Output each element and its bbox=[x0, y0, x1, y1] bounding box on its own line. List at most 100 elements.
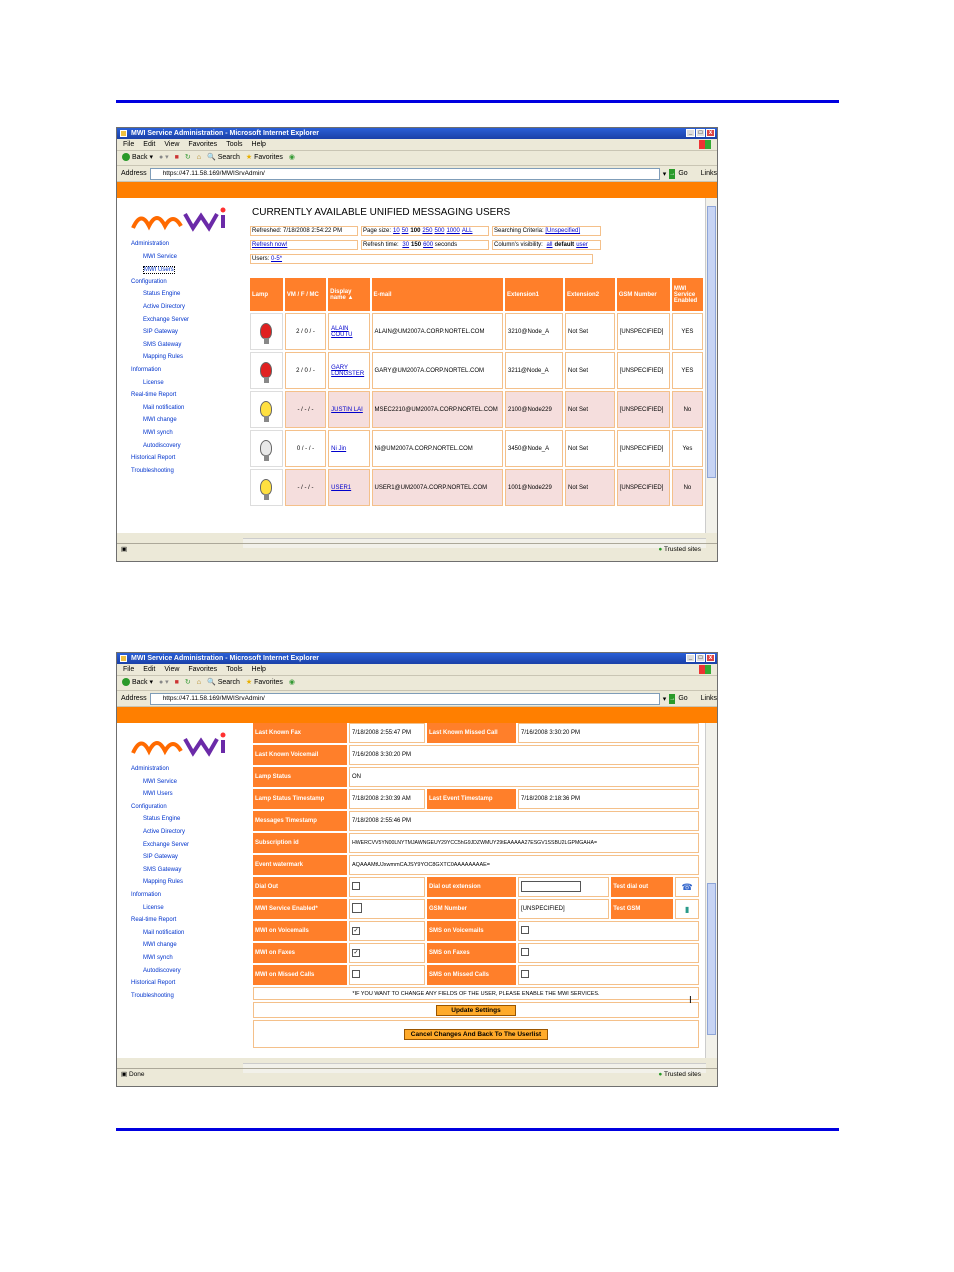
display-name-link[interactable]: GARY LONGSTER bbox=[331, 365, 364, 377]
maximize-button[interactable]: □ bbox=[696, 654, 705, 662]
sidebar-item[interactable]: MWI Service bbox=[143, 779, 177, 785]
menu-help[interactable]: Help bbox=[252, 664, 266, 675]
sidebar-item[interactable]: License bbox=[143, 905, 164, 911]
sidebar-item[interactable]: License bbox=[143, 380, 164, 386]
page-size-link[interactable]: 1000 bbox=[446, 228, 459, 234]
menu-favorites[interactable]: Favorites bbox=[188, 664, 217, 675]
sidebar-item[interactable]: Information bbox=[131, 367, 161, 373]
refresh-time-link[interactable]: 600 bbox=[423, 242, 433, 248]
sidebar-item[interactable]: Administration bbox=[131, 766, 169, 772]
refresh-icon[interactable]: ↻ bbox=[185, 151, 191, 165]
media-icon[interactable]: ◉ bbox=[289, 151, 295, 165]
display-name-link[interactable]: JUSTIN LAI bbox=[331, 407, 363, 413]
mwi-fax-checkbox[interactable]: ✓ bbox=[352, 949, 360, 957]
page-size-link[interactable]: 50 bbox=[402, 228, 409, 234]
sms-mc-checkbox[interactable] bbox=[521, 970, 529, 978]
minimize-button[interactable]: _ bbox=[686, 654, 695, 662]
visibility-link[interactable]: all bbox=[547, 242, 553, 248]
go-label[interactable]: Go bbox=[678, 170, 687, 177]
sidebar-item[interactable]: MWI synch bbox=[143, 430, 173, 436]
sidebar-item[interactable]: Autodiscovery bbox=[143, 443, 181, 449]
sidebar-item[interactable]: MWI change bbox=[143, 942, 177, 948]
close-button[interactable]: x bbox=[706, 654, 715, 662]
sidebar-item[interactable]: Exchange Server bbox=[143, 317, 189, 323]
home-icon[interactable]: ⌂ bbox=[197, 676, 201, 690]
sidebar-item[interactable]: Mail notification bbox=[143, 405, 184, 411]
criteria-link[interactable]: [Unspecified] bbox=[545, 228, 580, 234]
sidebar-item[interactable]: Administration bbox=[131, 241, 169, 247]
address-input[interactable]: https://47.11.58.169/MWISrvAdmin/ bbox=[149, 167, 660, 180]
sidebar-item[interactable]: MWI Users bbox=[143, 266, 175, 275]
address-dropdown-icon[interactable]: ▾ bbox=[663, 170, 667, 178]
sidebar-item[interactable]: Status Engine bbox=[143, 291, 180, 297]
sidebar-item[interactable]: Real-time Report bbox=[131, 392, 176, 398]
page-size-link[interactable]: ALL bbox=[462, 228, 473, 234]
menu-file[interactable]: File bbox=[123, 664, 134, 675]
sms-vm-checkbox[interactable] bbox=[521, 926, 529, 934]
sidebar-item[interactable]: MWI change bbox=[143, 417, 177, 423]
back-button[interactable]: Back ▾ bbox=[122, 676, 153, 690]
menu-favorites[interactable]: Favorites bbox=[188, 139, 217, 150]
column-header[interactable]: Display name ▲ bbox=[328, 278, 370, 311]
sidebar-item[interactable]: MWI synch bbox=[143, 955, 173, 961]
search-button[interactable]: 🔍 Search bbox=[207, 676, 240, 690]
menu-help[interactable]: Help bbox=[252, 139, 266, 150]
mobile-phone-icon[interactable]: ▮ bbox=[685, 905, 689, 914]
sidebar-item[interactable]: MWI Users bbox=[143, 791, 173, 797]
sidebar-item[interactable]: SIP Gateway bbox=[143, 329, 178, 335]
home-icon[interactable]: ⌂ bbox=[197, 151, 201, 165]
sidebar-item[interactable]: Historical Report bbox=[131, 455, 175, 461]
media-icon[interactable]: ◉ bbox=[289, 676, 295, 690]
dial-ext-input[interactable] bbox=[521, 880, 581, 892]
address-input[interactable]: https://47.11.58.169/MWISrvAdmin/ bbox=[149, 692, 660, 705]
sidebar-item[interactable]: Configuration bbox=[131, 279, 167, 285]
menu-view[interactable]: View bbox=[164, 664, 179, 675]
favorites-button[interactable]: ★ Favorites bbox=[246, 151, 283, 165]
page-size-link[interactable]: 250 bbox=[422, 228, 432, 234]
phone-icon[interactable]: ☎ bbox=[681, 882, 692, 892]
sidebar-item[interactable]: Information bbox=[131, 892, 161, 898]
vertical-scrollbar[interactable] bbox=[705, 723, 717, 1058]
sidebar-item[interactable]: Active Directory bbox=[143, 829, 185, 835]
users-count-link[interactable]: 0-5* bbox=[271, 256, 282, 262]
visibility-link[interactable]: user bbox=[576, 242, 588, 248]
refresh-time-link[interactable]: 150 bbox=[411, 242, 421, 248]
refresh-time-link[interactable]: 30 bbox=[402, 242, 409, 248]
sidebar-item[interactable]: Troubleshooting bbox=[131, 468, 174, 474]
sidebar-item[interactable]: Status Engine bbox=[143, 816, 180, 822]
sms-fax-checkbox[interactable] bbox=[521, 948, 529, 956]
forward-button[interactable]: ● ▾ bbox=[159, 151, 169, 165]
refresh-icon[interactable]: ↻ bbox=[185, 676, 191, 690]
links-label[interactable]: Links bbox=[701, 695, 717, 702]
display-name-link[interactable]: Ni Jin bbox=[331, 446, 346, 452]
sidebar-item[interactable]: SMS Gateway bbox=[143, 867, 181, 873]
favorites-button[interactable]: ★ Favorites bbox=[246, 676, 283, 690]
update-settings-button[interactable]: Update Settings bbox=[436, 1004, 516, 1016]
forward-button[interactable]: ● ▾ bbox=[159, 676, 169, 690]
visibility-link[interactable]: default bbox=[555, 242, 575, 248]
refresh-now-link[interactable]: Refresh now! bbox=[252, 242, 287, 248]
sidebar-item[interactable]: Real-time Report bbox=[131, 917, 176, 923]
sidebar-item[interactable]: Active Directory bbox=[143, 304, 185, 310]
mwi-enabled-checkbox[interactable] bbox=[352, 903, 362, 913]
sidebar-item[interactable]: Mapping Rules bbox=[143, 879, 183, 885]
go-button-icon[interactable]: → bbox=[669, 168, 676, 179]
menu-edit[interactable]: Edit bbox=[143, 664, 155, 675]
page-size-link[interactable]: 10 bbox=[393, 228, 400, 234]
minimize-button[interactable]: _ bbox=[686, 129, 695, 137]
sidebar-item[interactable]: Troubleshooting bbox=[131, 993, 174, 999]
menu-edit[interactable]: Edit bbox=[143, 139, 155, 150]
search-button[interactable]: 🔍 Search bbox=[207, 151, 240, 165]
links-label[interactable]: Links bbox=[701, 170, 717, 177]
page-size-link[interactable]: 100 bbox=[410, 228, 420, 234]
mwi-vm-checkbox[interactable]: ✓ bbox=[352, 927, 360, 935]
sidebar-item[interactable]: Mapping Rules bbox=[143, 354, 183, 360]
cancel-back-button[interactable]: Cancel Changes And Back To The Userlist bbox=[403, 1028, 549, 1040]
maximize-button[interactable]: □ bbox=[696, 129, 705, 137]
stop-icon[interactable]: ■ bbox=[175, 151, 179, 165]
sidebar-item[interactable]: Historical Report bbox=[131, 980, 175, 986]
page-size-link[interactable]: 500 bbox=[434, 228, 444, 234]
menu-view[interactable]: View bbox=[164, 139, 179, 150]
display-name-link[interactable]: ALAIN COUTU bbox=[331, 326, 352, 338]
dial-out-checkbox[interactable] bbox=[352, 882, 360, 890]
